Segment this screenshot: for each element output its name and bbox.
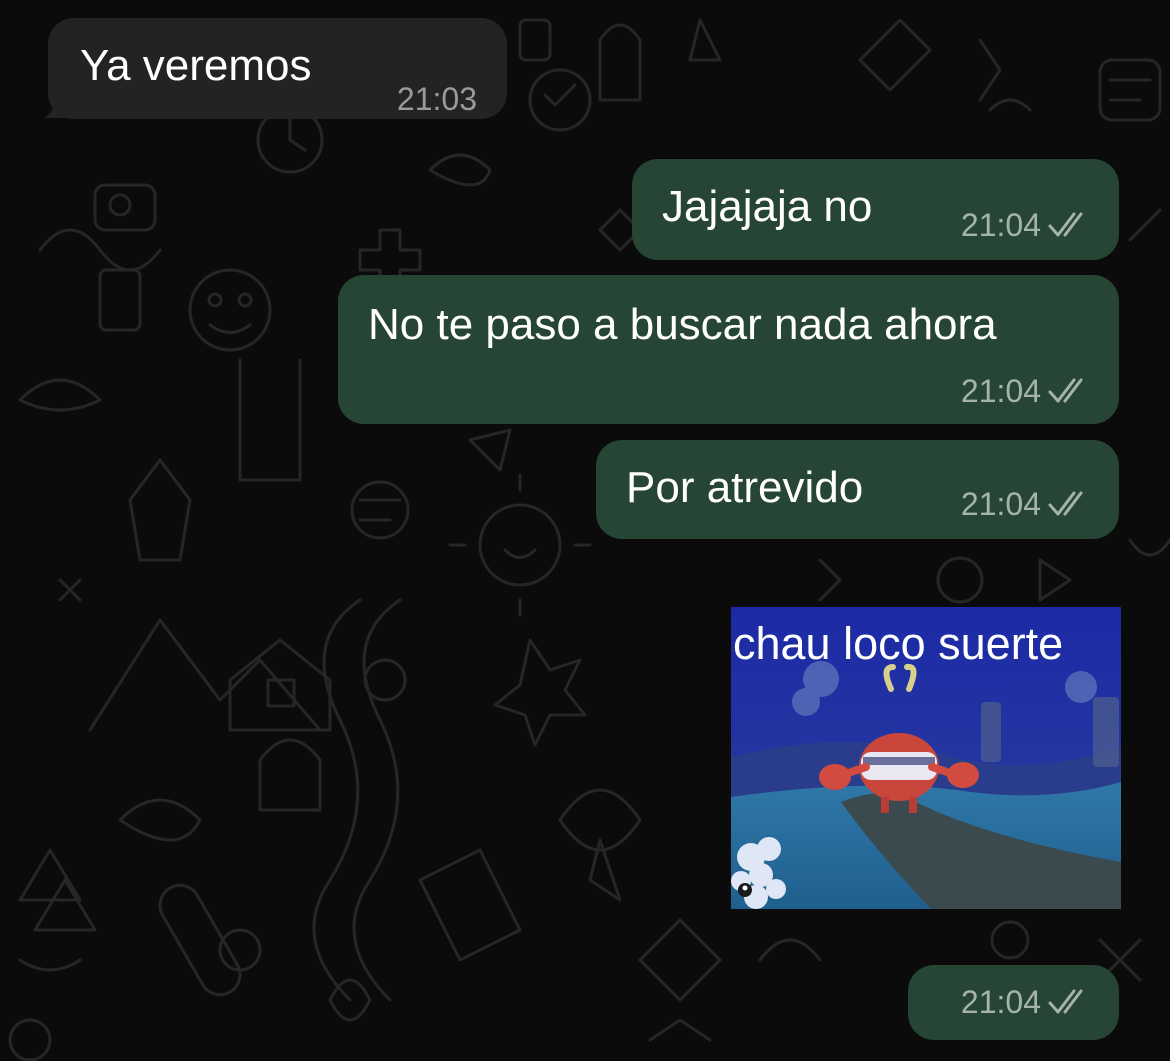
message-meta: 21:04: [961, 373, 1093, 409]
message-text: Jajajaja no: [662, 182, 873, 231]
message-text: Ya veremos: [80, 41, 312, 90]
incoming-message-bubble[interactable]: Ya veremos 21:03: [48, 18, 507, 119]
double-check-icon: [1048, 212, 1083, 237]
outgoing-message-bubble[interactable]: Jajajaja no 21:04: [632, 159, 1119, 260]
chat-thread: Ya veremos 21:03 Jajajaja no 21:04 No te…: [0, 0, 1170, 1061]
double-check-icon: [1048, 491, 1083, 516]
message-time: 21:04: [960, 984, 1041, 1020]
double-check-icon: [1048, 378, 1083, 403]
message-meta: 21:04: [961, 984, 1093, 1020]
message-time: 21:03: [396, 81, 477, 117]
message-meta: 21:04: [961, 486, 1093, 522]
sticker-time-bubble: 21:04: [908, 965, 1119, 1040]
message-text: Por atrevido: [626, 463, 864, 512]
message-text: No te paso a buscar nada ahora: [368, 300, 997, 349]
outgoing-message-bubble[interactable]: Por atrevido 21:04: [596, 440, 1119, 539]
message-time: 21:04: [960, 207, 1041, 243]
sticker-caption: chau loco suerte: [733, 618, 1064, 669]
outgoing-message-bubble[interactable]: No te paso a buscar nada ahora 21:04: [338, 275, 1119, 424]
incoming-bubble-tail: [44, 90, 68, 118]
message-time: 21:04: [960, 373, 1041, 409]
sticker-image[interactable]: chau loco suerte: [731, 607, 1121, 909]
message-meta: 21:03: [397, 81, 477, 117]
message-meta: 21:04: [961, 207, 1093, 243]
double-check-icon: [1048, 989, 1083, 1014]
message-time: 21:04: [960, 486, 1041, 522]
